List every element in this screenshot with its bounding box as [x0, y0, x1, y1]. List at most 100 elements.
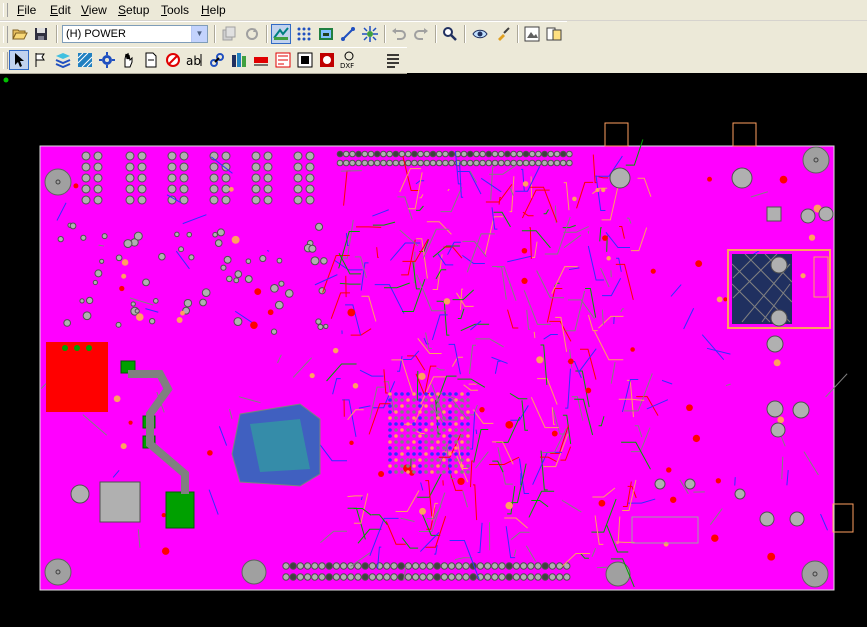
pad [521, 277, 528, 284]
layer-stack-icon[interactable] [53, 50, 73, 70]
gear-icon[interactable] [97, 50, 117, 70]
bga-ball [394, 440, 398, 444]
pad [572, 196, 577, 202]
camera-icon[interactable] [316, 24, 336, 44]
pad [378, 471, 385, 478]
header-pin [263, 184, 273, 194]
bga-ball [436, 434, 440, 438]
connector-pin [392, 150, 400, 158]
link-icon[interactable] [207, 50, 227, 70]
connector-pin [347, 573, 355, 581]
pad [309, 372, 315, 379]
bga-ball [418, 428, 422, 432]
add-route-icon[interactable] [338, 24, 358, 44]
copy-icon[interactable] [219, 24, 239, 44]
pad [522, 181, 529, 187]
connector-pin [547, 150, 555, 158]
pad [602, 235, 608, 241]
undo-icon[interactable] [389, 24, 409, 44]
compare-icon[interactable] [544, 24, 564, 44]
bga-ball [442, 392, 446, 396]
connector-pin [386, 159, 393, 167]
via-icon[interactable] [360, 24, 380, 44]
connector-pin [296, 562, 305, 570]
connector-pin [390, 573, 398, 581]
text-icon[interactable]: ab [185, 50, 205, 70]
bga-ball [412, 452, 416, 456]
bga-ball [388, 440, 392, 444]
bga-ball [412, 404, 416, 408]
header-pin [137, 173, 147, 183]
route-icon[interactable] [271, 24, 291, 44]
hatch-icon[interactable] [75, 50, 95, 70]
bga-ball [406, 404, 410, 408]
bga-ball [454, 464, 458, 468]
menu-edit[interactable]: Edit [50, 3, 71, 17]
bga-ball [388, 428, 392, 432]
pcb-layout[interactable] [0, 74, 867, 627]
bga-ball [418, 392, 422, 396]
refresh-icon[interactable] [242, 24, 262, 44]
bga-ball [430, 464, 434, 468]
bga-ball [394, 452, 398, 456]
bga-ball [400, 392, 404, 396]
via [82, 311, 92, 321]
connector-pin [417, 150, 424, 158]
chevron-down-icon[interactable]: ▼ [191, 26, 207, 42]
connector-pin [510, 150, 517, 158]
bga-ball [436, 410, 440, 414]
pad [663, 541, 669, 547]
dxf-icon[interactable]: DXF [339, 50, 359, 70]
drc-markers-icon[interactable] [317, 50, 337, 70]
list-icon[interactable] [383, 50, 403, 70]
package-icon[interactable] [295, 50, 315, 70]
menu-tools[interactable]: Tools [161, 3, 189, 17]
open-folder-icon[interactable] [10, 24, 30, 44]
pad [419, 507, 426, 515]
via [148, 317, 156, 325]
report-icon[interactable] [273, 50, 293, 70]
bga-ball [400, 446, 404, 450]
zoom-icon[interactable] [440, 24, 460, 44]
pad [695, 260, 703, 268]
menu-setup[interactable]: Setup [118, 3, 149, 17]
redo-icon[interactable] [411, 24, 431, 44]
drc-icon[interactable] [251, 50, 271, 70]
layer-select[interactable]: (H) POWER ▼ [62, 25, 208, 43]
library-icon[interactable] [229, 50, 249, 70]
via [233, 277, 240, 284]
menu-help[interactable]: Help [201, 3, 226, 17]
header-pin [251, 195, 261, 205]
save-icon[interactable] [31, 24, 51, 44]
via [174, 231, 180, 238]
design-toolbar: ab DXF [0, 47, 407, 74]
menu-file[interactable]: File [17, 3, 36, 17]
connector-pin [528, 159, 536, 167]
connector-pin [367, 159, 375, 167]
header-pin [81, 184, 91, 194]
snapshot-icon[interactable] [522, 24, 542, 44]
bga-ball [454, 392, 458, 396]
select-arrow-icon[interactable] [9, 50, 29, 70]
bga-ball [436, 464, 440, 468]
bga-ball [436, 422, 440, 426]
no-icon[interactable] [163, 50, 183, 70]
paint-icon[interactable] [493, 24, 513, 44]
bga-ball [442, 440, 446, 444]
flag-icon[interactable] [31, 50, 51, 70]
hand-icon[interactable] [119, 50, 139, 70]
trace [343, 399, 345, 417]
pcb-canvas[interactable] [0, 74, 867, 627]
header-pin [137, 184, 147, 194]
connector-pin [367, 150, 375, 158]
menu-view[interactable]: View [81, 3, 107, 17]
connector-pin [368, 562, 377, 570]
connector-pin [462, 562, 470, 570]
grid-icon[interactable] [294, 24, 314, 44]
bga-ball [442, 398, 446, 402]
bga-ball [436, 404, 440, 408]
pad [707, 176, 712, 182]
view-icon[interactable] [470, 24, 490, 44]
header-pin [293, 173, 303, 183]
document-icon[interactable] [141, 50, 161, 70]
